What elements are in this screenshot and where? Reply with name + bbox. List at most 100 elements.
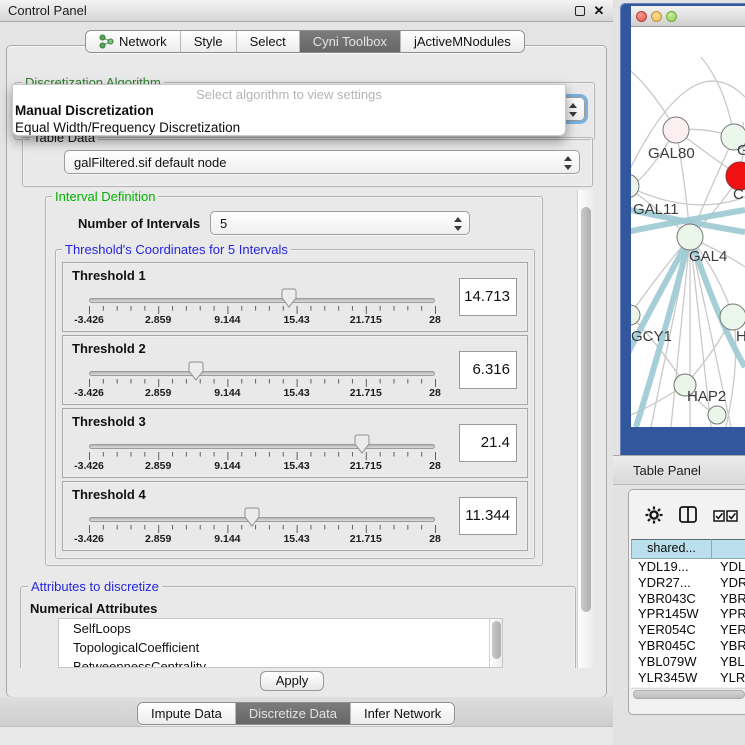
threshold-value-field[interactable]: 14.713	[459, 278, 517, 316]
control-panel-titlebar[interactable]: Control Panel ✕	[0, 0, 613, 22]
slider-tick-label: 28	[429, 387, 441, 399]
cell-name: YBL0	[712, 654, 745, 670]
close-traffic-light-icon[interactable]	[636, 11, 647, 22]
cell-shared-name: YIL052C	[631, 685, 712, 687]
tab-infer-network[interactable]: Infer Network	[350, 703, 454, 724]
tab-impute-data[interactable]: Impute Data	[138, 703, 235, 724]
close-icon[interactable]: ✕	[593, 4, 605, 18]
table-row[interactable]: YBL079WYBL0	[631, 654, 745, 670]
slider-tick-label: 15.43	[283, 387, 309, 399]
slider-tick-label: 21.715	[350, 387, 382, 399]
menu-item-equal-width-frequency[interactable]: Equal Width/Frequency Discretization	[13, 119, 565, 136]
threshold-slider-track[interactable]	[89, 444, 435, 449]
cell-shared-name: YPR145W	[631, 606, 712, 622]
network-node-gal80[interactable]	[663, 117, 689, 143]
combo-stepper-icon	[567, 101, 578, 119]
slider-tick-label: 15.43	[283, 533, 309, 545]
number-of-intervals-combobox[interactable]: 5	[210, 211, 470, 235]
network-node-h-node[interactable]	[720, 304, 745, 330]
threshold-slider-thumb[interactable]	[188, 361, 204, 381]
table-row[interactable]: YBR045CYBR0	[631, 638, 745, 654]
table-row[interactable]: YPR145WYPR1	[631, 606, 745, 622]
attributes-title: Attributes to discretize	[28, 579, 162, 594]
panel-scrollbar-thumb[interactable]	[581, 207, 591, 612]
network-canvas[interactable]: GAL80GACGAL11GAL4GCY1HAHAP2	[631, 27, 745, 427]
attribute-item[interactable]: TopologicalCoefficient	[59, 638, 502, 657]
network-node-gal4[interactable]	[677, 224, 703, 250]
control-panel-tab-bar: Network Style SelectCyni Toolbox jActiveMNo…	[85, 30, 525, 53]
tab-label: Network	[119, 34, 167, 49]
column-header-name[interactable]: n	[712, 539, 745, 559]
tab-label: jActiveMNodules	[414, 34, 511, 49]
slider-tick-label: 15.43	[283, 314, 309, 326]
table-toolbar	[629, 490, 745, 538]
threshold-3-row: Threshold 3-3.4262.8599.14415.4321.71528…	[62, 408, 528, 478]
network-view-window[interactable]: GAL80GACGAL11GAL4GCY1HAHAP2	[620, 3, 745, 455]
threshold-label: Threshold 3	[72, 414, 146, 429]
network-node-bottom[interactable]	[708, 406, 726, 424]
thresholds-title: Threshold's Coordinates for 5 Intervals	[62, 242, 291, 257]
network-node-gcy1[interactable]	[631, 305, 640, 325]
column-header-shared-name[interactable]: shared...	[631, 539, 712, 559]
table-data-combobox[interactable]: galFiltered.sif default node	[64, 150, 580, 174]
apply-button[interactable]: Apply	[260, 671, 324, 691]
number-of-intervals-label: Number of Intervals	[78, 216, 200, 231]
slider-tick-marks	[89, 525, 437, 535]
slider-tick-label: 28	[429, 314, 441, 326]
cell-name: YLR3	[712, 670, 745, 686]
panel-scrollbar-track[interactable]	[577, 190, 593, 668]
table-panel-titlebar[interactable]: Table Panel	[613, 455, 745, 485]
threshold-slider-track[interactable]	[89, 371, 435, 376]
minimize-traffic-light-icon[interactable]	[651, 11, 662, 22]
tab-select[interactable]: Select	[236, 31, 299, 52]
float-window-icon[interactable]	[575, 6, 585, 16]
table-row[interactable]: YDR27...YDR2	[631, 575, 745, 591]
attribute-item[interactable]: BetweennessCentrality	[59, 657, 502, 668]
split-columns-icon[interactable]	[679, 506, 697, 523]
threshold-slider-track[interactable]	[89, 298, 435, 303]
threshold-slider-thumb[interactable]	[281, 288, 297, 308]
table-body: YDL19...YDL1YDR27...YDR2YBR043CYBR0YPR14…	[631, 559, 745, 687]
menu-item-manual-discretization[interactable]: Manual Discretization	[13, 102, 565, 119]
algorithm-dropdown-popup: Select algorithm to view settings Manual…	[12, 84, 566, 136]
tab-style[interactable]: Style	[180, 31, 236, 52]
slider-tick-label: 2.859	[145, 460, 171, 472]
checkbox-checked-icon[interactable]	[713, 510, 726, 522]
table-row[interactable]: YIL052CYIL0	[631, 685, 745, 687]
network-node-label: C	[733, 186, 744, 203]
attributes-scrollbar-thumb[interactable]	[492, 621, 501, 659]
table-row[interactable]: YBR043CYBR0	[631, 591, 745, 607]
screen: Control Panel ✕ Network Style SelectCyni T…	[0, 0, 745, 745]
checkbox-checked-icon[interactable]	[726, 510, 739, 522]
table-hscrollbar-track[interactable]	[631, 688, 745, 700]
table-data-combo-value: galFiltered.sif default node	[74, 155, 226, 170]
table-row[interactable]: YDL19...YDL1	[631, 559, 745, 575]
table-header-row: shared... n	[631, 539, 745, 559]
table-row[interactable]: YLR345WYLR3	[631, 670, 745, 686]
network-node-label: GA	[737, 142, 745, 159]
table-hscrollbar-thumb[interactable]	[633, 690, 745, 699]
zoom-traffic-light-icon[interactable]	[666, 11, 677, 22]
attribute-item[interactable]: SelfLoops	[59, 619, 502, 638]
tab-cyni-toolbox[interactable]: Cyni Toolbox	[299, 31, 400, 52]
slider-tick-label: 9.144	[214, 314, 240, 326]
threshold-value-field[interactable]: 6.316	[459, 351, 517, 389]
number-of-intervals-value: 5	[220, 216, 227, 231]
threshold-slider-thumb[interactable]	[354, 434, 370, 454]
threshold-label: Threshold 4	[72, 487, 146, 502]
threshold-value-field[interactable]: 11.344	[459, 497, 517, 535]
attributes-scrollbar-track[interactable]	[489, 619, 502, 667]
tab-discretize-data[interactable]: Discretize Data	[235, 703, 350, 724]
threshold-slider-track[interactable]	[89, 517, 435, 522]
network-window-titlebar[interactable]	[631, 6, 745, 27]
numerical-attributes-list[interactable]: SelfLoopsTopologicalCoefficientBetweenne…	[58, 618, 503, 668]
threshold-slider-thumb[interactable]	[244, 507, 260, 527]
tab-jactivemnodules[interactable]: jActiveMNodules	[400, 31, 524, 52]
slider-tick-label: 2.859	[145, 387, 171, 399]
tab-network[interactable]: Network	[86, 31, 180, 52]
cell-name: YPR1	[712, 606, 745, 622]
threshold-value-field[interactable]: 21.4	[459, 424, 517, 462]
gear-icon[interactable]	[645, 506, 663, 524]
table-row[interactable]: YER054CYER0	[631, 622, 745, 638]
tab-label: Style	[194, 34, 223, 49]
